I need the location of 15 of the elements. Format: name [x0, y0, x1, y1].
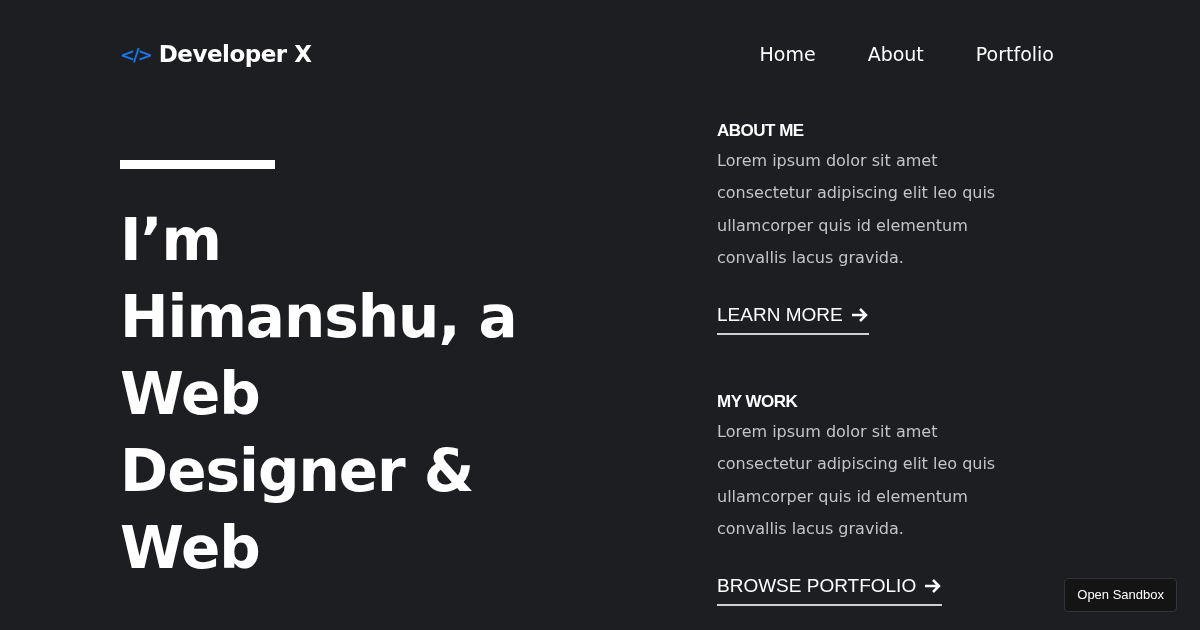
arrow-right-icon — [850, 306, 869, 323]
nav-link[interactable]: About — [867, 39, 924, 69]
nav-link[interactable]: Portfolio — [975, 39, 1054, 69]
nav-link[interactable]: Home — [759, 39, 816, 69]
open-sandbox-button[interactable]: Open Sandbox — [1064, 578, 1177, 612]
section-link[interactable]: LEARN MORE — [717, 300, 869, 335]
section-text: Lorem ipsum dolor sit amet consectetur adipiscing elit leo quis ullamcorper quis id elementum convallis lacus gravida. — [717, 420, 997, 540]
section-heading: MY WORK — [717, 391, 799, 413]
section-heading: ABOUT ME — [717, 120, 805, 142]
site-logo[interactable]: Developer X — [158, 36, 312, 72]
code-icon: </> — [120, 40, 151, 68]
section-text: Lorem ipsum dolor sit amet consectetur adipiscing elit leo quis ullamcorper quis id elementum convallis lacus gravida. — [717, 149, 997, 269]
section-link[interactable]: BROWSE PORTFOLIO — [717, 571, 943, 606]
hero-heading: I’m Himanshu, a Web Designer & Web — [120, 205, 518, 584]
arrow-right-icon — [924, 577, 943, 594]
